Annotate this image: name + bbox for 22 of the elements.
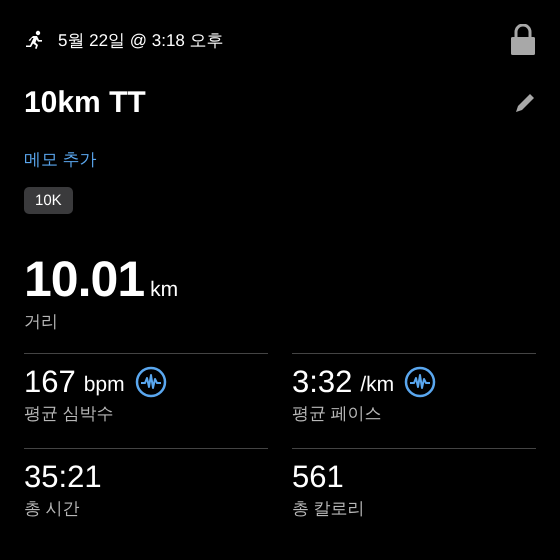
- workout-date: 5월 22일 @ 3:18 오후: [58, 30, 225, 52]
- stat-unit: /km: [360, 373, 394, 397]
- heart-rate-graph-icon[interactable]: [404, 366, 436, 398]
- distance-value: 10.01: [24, 250, 144, 308]
- stat-value: 35:21: [24, 459, 102, 495]
- workout-title: 10km TT: [24, 86, 146, 120]
- lock-icon[interactable]: [510, 24, 536, 56]
- runner-icon: [24, 30, 44, 50]
- edit-icon[interactable]: [514, 92, 536, 114]
- heart-rate-graph-icon[interactable]: [134, 366, 167, 398]
- distance-unit: km: [150, 278, 178, 302]
- add-note-link[interactable]: 메모 추가: [24, 148, 97, 171]
- distance-label: 거리: [24, 311, 59, 333]
- workout-tag[interactable]: 10K: [24, 187, 73, 214]
- stat-label: 평균 페이스: [292, 403, 383, 425]
- stat-label: 평균 심박수: [24, 403, 115, 425]
- stat-label: 총 칼로리: [292, 498, 366, 520]
- stat-value: 561: [292, 459, 344, 495]
- stat-value: 167: [24, 364, 76, 400]
- stat-value: 3:32: [292, 364, 352, 400]
- stat-unit: bpm: [84, 373, 125, 397]
- stat-label: 총 시간: [24, 498, 81, 520]
